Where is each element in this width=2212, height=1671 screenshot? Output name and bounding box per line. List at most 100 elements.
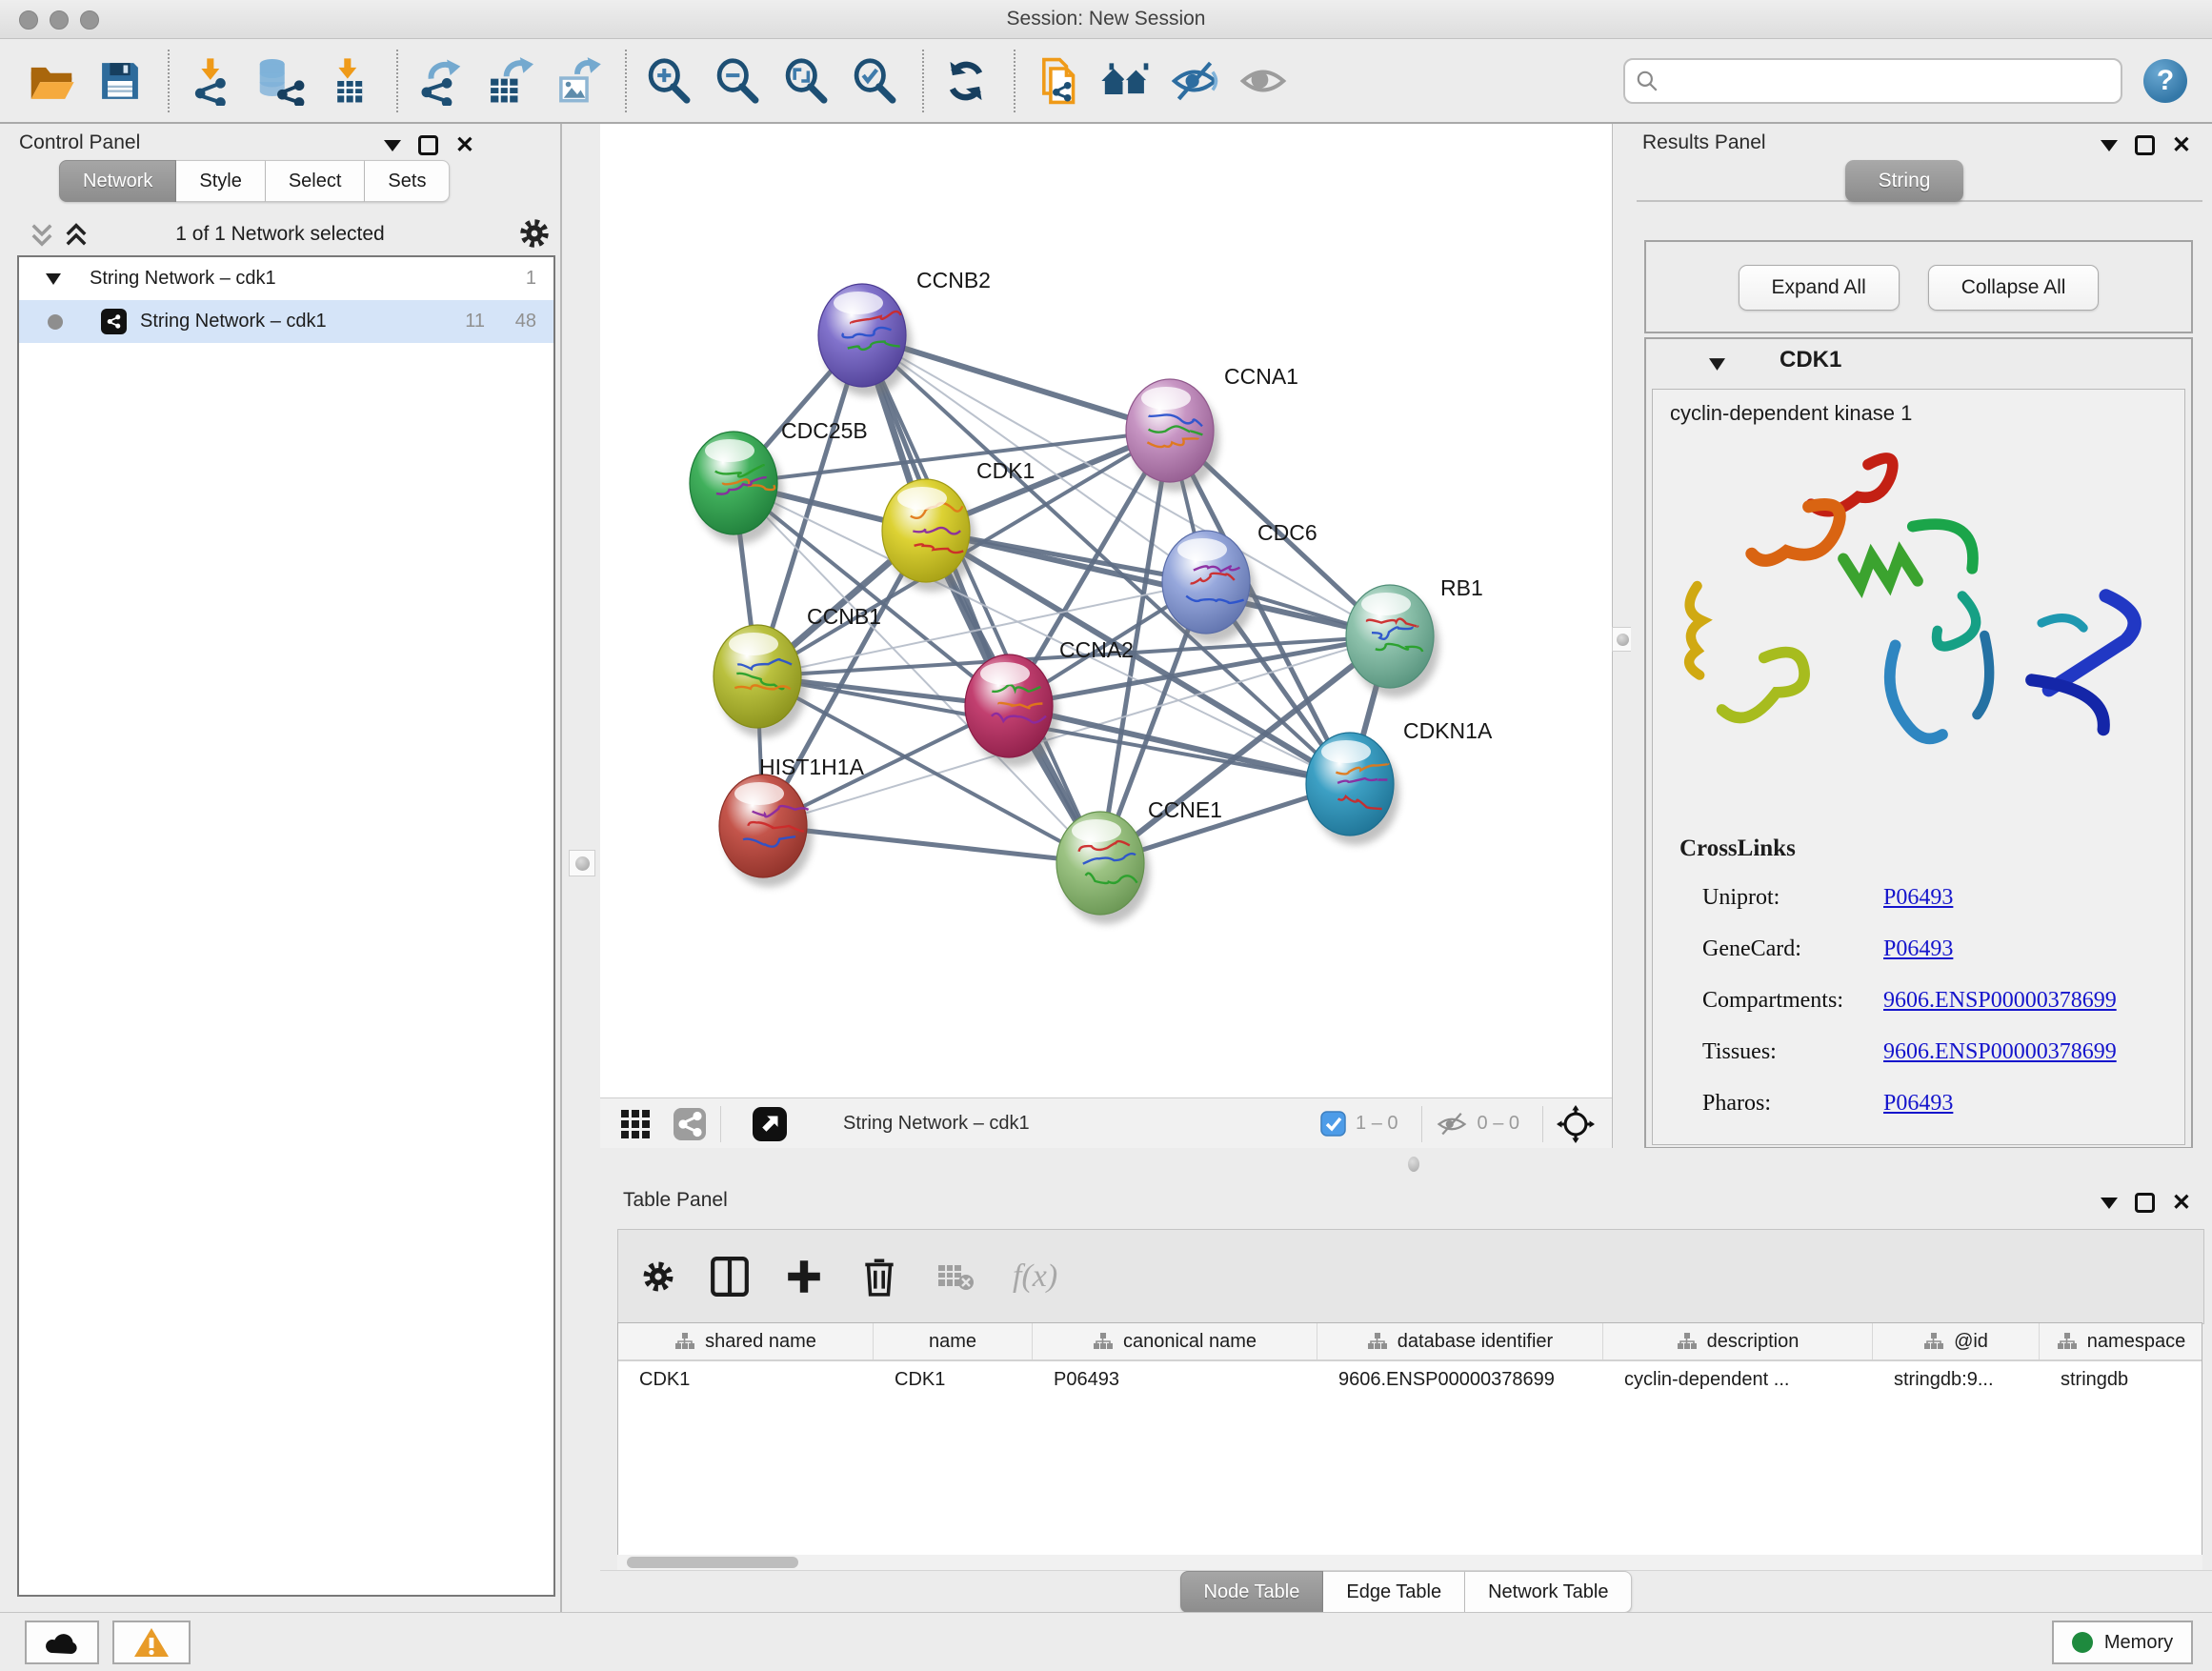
tab-style[interactable]: Style — [176, 160, 265, 202]
zoom-in-icon[interactable] — [642, 54, 695, 108]
panel-menu-icon[interactable] — [2101, 1198, 2118, 1209]
crosslink-value-link[interactable]: 9606.ENSP00000378699 — [1883, 988, 2117, 1014]
table-cell: stringdb — [2040, 1369, 2202, 1391]
save-session-icon[interactable] — [93, 54, 147, 108]
column-header-canonical-name[interactable]: canonical name — [1033, 1323, 1317, 1359]
node-CCNE1[interactable]: CCNE1 — [1056, 797, 1222, 924]
crosslink-row: Uniprot:P06493 — [1702, 872, 2160, 923]
import-network-file-icon[interactable] — [185, 54, 238, 108]
duplicate-network-icon[interactable] — [1031, 54, 1084, 108]
column-header-name[interactable]: name — [874, 1323, 1033, 1359]
crosslink-value-link[interactable]: P06493 — [1883, 885, 1953, 911]
main-toolbar: ? — [0, 39, 2212, 124]
panel-menu-icon[interactable] — [384, 140, 401, 151]
crosslink-value-link[interactable]: P06493 — [1883, 1091, 1953, 1117]
function-builder-icon: f(x) — [1013, 1258, 1057, 1295]
home-networks-icon[interactable] — [1099, 54, 1153, 108]
panel-close-icon[interactable]: ✕ — [455, 138, 474, 152]
crosslink-label: Tissues: — [1702, 1039, 1883, 1065]
selected-checkbox-icon[interactable] — [1320, 1111, 1346, 1137]
show-all-eye-icon[interactable] — [1237, 54, 1290, 108]
crosslink-label: GeneCard: — [1702, 936, 1883, 962]
panel-menu-icon[interactable] — [2101, 140, 2118, 151]
zoom-out-icon[interactable] — [711, 54, 764, 108]
detach-view-icon[interactable] — [752, 1106, 788, 1142]
table-horizontal-scrollbar[interactable] — [617, 1555, 2202, 1570]
horizontal-splitter-handle[interactable] — [1408, 1157, 1419, 1172]
left-splitter-handle[interactable] — [569, 850, 595, 876]
left-splitter[interactable] — [560, 124, 604, 1612]
node-RB1[interactable]: RB1 — [1346, 575, 1483, 697]
show-columns-icon[interactable] — [710, 1256, 750, 1298]
node-HIST1H1A[interactable]: HIST1H1A — [719, 755, 865, 887]
hide-selected-eye-icon[interactable] — [1168, 54, 1221, 108]
table-row[interactable]: CDK1CDK1P064939606.ENSP00000378699cyclin… — [618, 1361, 2202, 1398]
panel-float-icon[interactable] — [418, 135, 438, 155]
warning-status-button[interactable] — [112, 1621, 191, 1664]
collapse-all-button[interactable]: Collapse All — [1928, 265, 2100, 311]
edge-HIST1H1A-CCNE1[interactable] — [763, 826, 1100, 863]
tab-select[interactable]: Select — [266, 160, 366, 202]
scrollbar-thumb[interactable] — [627, 1557, 798, 1568]
edge-CCNB2-CCNE1[interactable] — [862, 335, 1100, 863]
help-button[interactable]: ? — [2143, 59, 2187, 103]
gene-details: cyclin-dependent kinase 1 — [1652, 389, 2185, 1145]
open-session-icon[interactable] — [25, 54, 78, 108]
tab-network[interactable]: Network — [59, 160, 176, 202]
tab-string[interactable]: String — [1845, 160, 1963, 202]
fit-selected-crosshair-icon[interactable] — [1557, 1105, 1595, 1143]
column-attribute-icon — [1093, 1332, 1114, 1351]
column-header-@id[interactable]: @id — [1873, 1323, 2040, 1359]
tab-edge-table[interactable]: Edge Table — [1323, 1571, 1465, 1613]
crosslink-value-link[interactable]: P06493 — [1883, 936, 1953, 962]
gene-expander-icon[interactable] — [1709, 358, 1725, 371]
panel-float-icon[interactable] — [2135, 135, 2155, 155]
table-options-gear-icon[interactable] — [639, 1258, 677, 1296]
zoom-fit-icon[interactable] — [779, 54, 833, 108]
zoom-selected-icon[interactable] — [848, 54, 901, 108]
column-header-label: shared name — [705, 1331, 816, 1353]
search-field[interactable] — [1623, 58, 2122, 104]
import-table-file-icon[interactable] — [322, 54, 375, 108]
memory-button[interactable]: Memory — [2052, 1621, 2193, 1664]
tab-node-table[interactable]: Node Table — [1180, 1571, 1324, 1613]
right-splitter[interactable] — [1612, 124, 1633, 1148]
column-header-namespace[interactable]: namespace — [2040, 1323, 2202, 1359]
string-network-graph[interactable]: CCNB2CCNA1CDC25BCDK1CDC6RB1CCNB1CCNA2CDK… — [600, 124, 1612, 1097]
crosslink-label: Pharos: — [1702, 1091, 1883, 1117]
crosslink-value-link[interactable]: 9606.ENSP00000378699 — [1883, 1039, 2117, 1065]
delete-column-trash-icon[interactable] — [860, 1256, 898, 1298]
network-row-selected[interactable]: String Network – cdk1 11 48 — [19, 300, 553, 343]
node-CDKN1A[interactable]: CDKN1A — [1306, 718, 1493, 845]
create-column-plus-icon[interactable] — [784, 1257, 824, 1297]
horizontal-splitter[interactable] — [600, 1148, 2212, 1181]
export-table-icon[interactable] — [482, 54, 535, 108]
column-header-shared-name[interactable]: shared name — [618, 1323, 874, 1359]
refresh-icon[interactable] — [939, 54, 993, 108]
tab-sets[interactable]: Sets — [365, 160, 450, 202]
import-network-database-icon[interactable] — [253, 54, 307, 108]
cloud-status-button[interactable] — [25, 1621, 99, 1664]
panel-float-icon[interactable] — [2135, 1193, 2155, 1213]
results-panel-window-controls: ✕ — [2101, 135, 2191, 155]
tree-expander-icon[interactable] — [46, 273, 61, 285]
right-splitter-handle[interactable] — [1612, 627, 1633, 652]
column-header-label: @id — [1954, 1331, 1988, 1353]
node-CDC25B[interactable]: CDC25B — [690, 418, 868, 544]
network-options-gear-icon[interactable] — [516, 215, 553, 252]
birds-eye-grid-icon[interactable] — [619, 1108, 652, 1140]
tab-network-table[interactable]: Network Table — [1465, 1571, 1632, 1613]
network-collection-row[interactable]: String Network – cdk1 1 — [19, 257, 553, 300]
node-CCNB2[interactable]: CCNB2 — [818, 268, 991, 396]
expand-all-button[interactable]: Expand All — [1739, 265, 1900, 311]
panel-close-icon[interactable]: ✕ — [2172, 1196, 2191, 1210]
export-image-icon[interactable] — [551, 54, 604, 108]
column-header-description[interactable]: description — [1603, 1323, 1873, 1359]
collection-count: 1 — [526, 268, 536, 290]
network-view-canvas[interactable]: CCNB2CCNA1CDC25BCDK1CDC6RB1CCNB1CCNA2CDK… — [600, 124, 1612, 1097]
network-overview-icon[interactable] — [673, 1107, 707, 1141]
column-header-database-identifier[interactable]: database identifier — [1317, 1323, 1603, 1359]
export-network-icon[interactable] — [413, 54, 467, 108]
search-input[interactable] — [1659, 69, 2111, 92]
panel-close-icon[interactable]: ✕ — [2172, 138, 2191, 152]
